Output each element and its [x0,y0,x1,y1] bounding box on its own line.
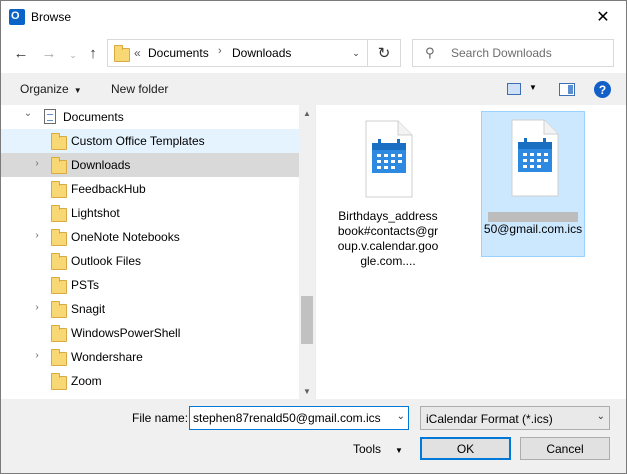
close-button[interactable]: ✕ [580,1,626,33]
file-type-value: iCalendar Format (*.ics) [426,412,553,426]
tree-item-label: PSTs [71,278,100,292]
tools-label: Tools [353,442,382,456]
file-name-label: Birthdays_addressbook#contacts@group.v.c… [337,209,439,268]
tree-item-label: Documents [63,110,124,124]
navigation-bar: ← → ⌄ ↑ « Documents › Downloads ⌄ ↻ ⚲ [1,33,626,73]
calendar-file-icon [511,119,559,197]
file-name-combobox[interactable]: ⌄ [189,406,409,430]
tree-item-label: Lightshot [71,206,120,220]
back-button[interactable]: ← [11,43,31,63]
collapsed-arrow-icon[interactable]: › [32,302,42,313]
file-list[interactable]: Birthdays_addressbook#contacts@group.v.c… [315,105,626,399]
folder-icon [51,325,67,342]
tree-item-custom-office-templates[interactable]: Custom Office Templates [1,129,299,153]
address-dropdown-icon[interactable]: ⌄ [348,40,364,66]
scroll-thumb[interactable] [301,296,313,344]
change-view-icon[interactable] [507,83,521,95]
dialog-footer: File name: ⌄ iCalendar Format (*.ics) ⌄ … [1,399,626,473]
folder-icon [51,373,67,390]
folder-icon [51,133,67,150]
preview-pane-icon[interactable] [559,83,575,96]
view-options-caret-icon[interactable]: ▼ [529,83,537,92]
folder-icon [51,277,67,294]
refresh-button[interactable]: ↻ [367,39,401,67]
help-icon[interactable]: ? [594,81,611,98]
tree-item-downloads[interactable]: › Downloads [1,153,299,177]
breadcrumb-documents[interactable]: Documents [148,46,209,60]
window-title: Browse [31,10,72,24]
address-bar[interactable]: « Documents › Downloads ⌄ [107,39,401,67]
collapsed-arrow-icon[interactable]: › [32,158,42,169]
tree-item-windowspowershell[interactable]: WindowsPowerShell [1,321,299,345]
tree-item-label: Zoom [71,374,102,388]
folder-icon [51,205,67,222]
outlook-icon [9,9,25,25]
file-name-text: 50@gmail.com.ics [483,222,583,236]
search-input[interactable] [449,43,609,63]
document-icon [44,109,56,124]
breadcrumb-overflow[interactable]: « [134,46,141,60]
title-bar: Browse ✕ [1,1,626,33]
chevron-down-icon[interactable]: ⌄ [597,411,605,422]
new-folder-button[interactable]: New folder [111,82,168,96]
tree-item-label: Wondershare [71,350,143,364]
cancel-button[interactable]: Cancel [520,437,610,460]
folder-icon [51,301,67,318]
file-item-birthdays[interactable]: Birthdays_addressbook#contacts@group.v.c… [336,113,440,275]
caret-down-icon: ▼ [73,86,82,95]
file-item-ics-selected[interactable]: 50@gmail.com.ics [481,111,585,257]
redacted-text [488,212,578,222]
calendar-file-icon [365,120,413,198]
recent-locations-icon[interactable]: ⌄ [63,45,83,65]
search-icon: ⚲ [425,45,435,60]
navigation-tree[interactable]: ⌄ Documents Custom Office Templates › Do… [1,105,315,399]
organize-button[interactable]: Organize ▼ [20,82,82,96]
tree-item-wondershare[interactable]: › Wondershare [1,345,299,369]
scroll-up-icon[interactable]: ▲ [299,105,315,121]
expanded-arrow-icon[interactable]: ⌄ [23,108,33,119]
command-toolbar: Organize ▼ New folder ▼ ? [1,75,626,105]
tree-item-snagit[interactable]: › Snagit [1,297,299,321]
folder-icon [114,45,130,62]
file-type-select[interactable]: iCalendar Format (*.ics) ⌄ [420,406,610,430]
collapsed-arrow-icon[interactable]: › [32,350,42,361]
organize-label: Organize [20,82,69,96]
tree-item-outlook-files[interactable]: Outlook Files [1,249,299,273]
breadcrumb-downloads[interactable]: Downloads [232,46,291,60]
up-button[interactable]: ↑ [83,43,103,63]
tree-item-label: WindowsPowerShell [71,326,181,340]
chevron-right-icon[interactable]: › [218,45,222,57]
tree-item-label: OneNote Notebooks [71,230,180,244]
tree-item-feedbackhub[interactable]: FeedbackHub [1,177,299,201]
folder-icon [51,181,67,198]
caret-down-icon: ▼ [395,446,403,455]
file-name-label: File name: [132,411,189,425]
folder-icon [51,229,67,246]
browse-dialog: Browse ✕ ← → ⌄ ↑ « Documents › Downloads… [0,0,627,474]
folder-icon [51,253,67,270]
tree-item-label: Downloads [71,158,131,172]
tree-item-documents[interactable]: ⌄ Documents [1,105,299,129]
tree-item-lightshot[interactable]: Lightshot [1,201,299,225]
tree-item-label: FeedbackHub [71,182,146,196]
forward-button[interactable]: → [39,43,59,63]
tree-scrollbar[interactable]: ▲ ▼ [299,105,315,399]
folder-icon [51,157,67,174]
tree-item-onenote-notebooks[interactable]: › OneNote Notebooks [1,225,299,249]
tree-item-label: Custom Office Templates [71,134,205,148]
file-name-label: 50@gmail.com.ics [482,210,584,237]
tree-item-zoom[interactable]: Zoom [1,369,299,393]
collapsed-arrow-icon[interactable]: › [32,230,42,241]
tools-button[interactable]: Tools ▼ [353,442,403,456]
ok-button[interactable]: OK [420,437,511,460]
search-box[interactable]: ⚲ [412,39,614,67]
tree-item-label: Snagit [71,302,106,316]
file-name-input[interactable] [193,410,389,426]
folder-icon [51,349,67,366]
tree-item-psts[interactable]: PSTs [1,273,299,297]
tree-item-label: Outlook Files [71,254,142,268]
chevron-down-icon[interactable]: ⌄ [397,411,405,422]
scroll-down-icon[interactable]: ▼ [299,383,315,399]
